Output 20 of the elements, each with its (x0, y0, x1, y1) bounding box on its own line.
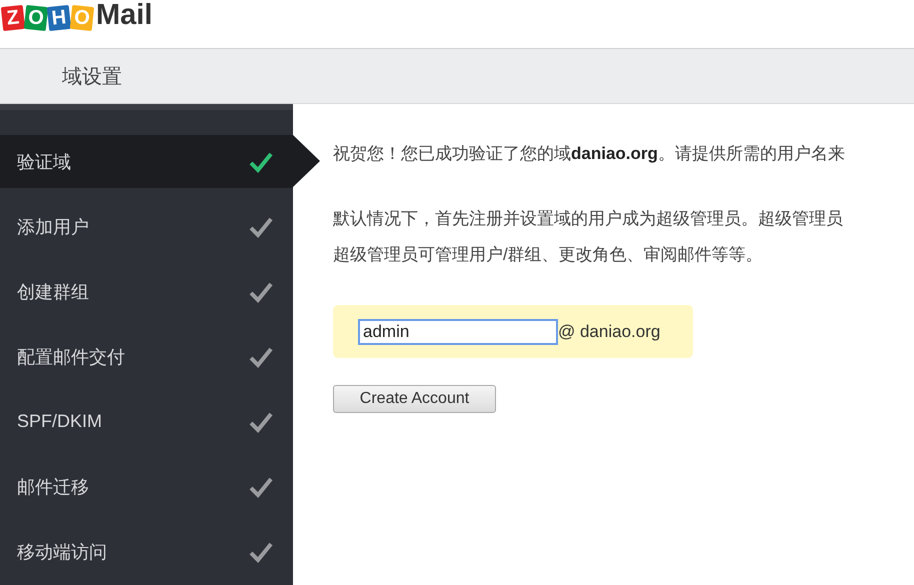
page-title: 域设置 (62, 64, 122, 90)
logo-tile: Z (0, 4, 26, 32)
sidebar-item[interactable]: SPF/DKIM (0, 395, 293, 448)
username-field[interactable]: admin (358, 318, 558, 344)
message-text: 超级管理员可管理用户/群组、更改角色、审阅邮件等等。 (333, 244, 764, 266)
logo-tile: O (24, 4, 48, 32)
message-text: 祝贺您！您已成功验证了您的域daniao.org。请提供所需的用户名来 (333, 143, 846, 165)
logo-text: Mail (96, 1, 152, 30)
sidebar-item[interactable]: 邮件迁移 (0, 460, 293, 513)
pointer-arrow (293, 135, 320, 187)
message-text: 默认情况下，首先注册并设置域的用户成为超级管理员。超级管理员 (333, 208, 844, 230)
sidebar-item[interactable]: 创建群组 (0, 265, 293, 318)
sidebar-item[interactable]: 配置邮件交付 (0, 330, 293, 383)
sidebar-item[interactable]: 验证域 (0, 135, 293, 188)
sidebar-item[interactable]: 移动端访问 (0, 525, 293, 578)
sidebar-item[interactable]: 添加用户 (0, 200, 293, 253)
create-account-button[interactable]: Create Account (333, 385, 496, 413)
logo-tile: O (70, 4, 94, 32)
domain-suffix: @ daniao.org (558, 322, 660, 342)
logo-tile: H (46, 4, 72, 32)
